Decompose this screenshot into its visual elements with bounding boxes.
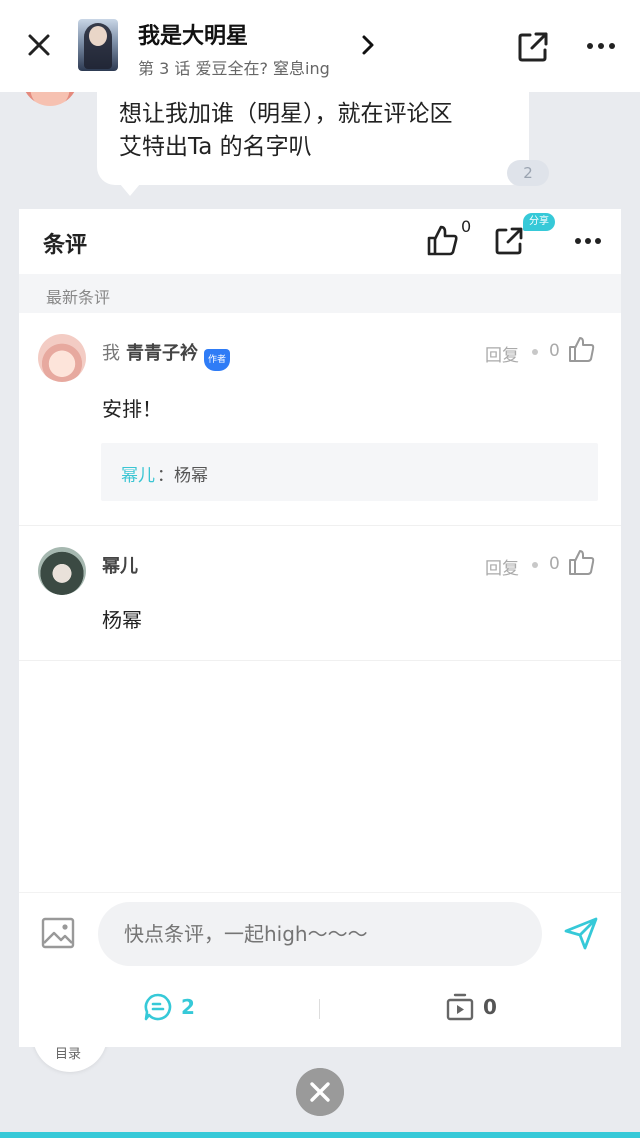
comment-item: 我青青子衿 作者 回复 0 安排！ 幂儿 ：杨幂 [19, 313, 621, 525]
comment-text: 安排！ [102, 397, 162, 421]
more-options-icon[interactable] [574, 237, 602, 245]
comment-input[interactable] [98, 902, 542, 966]
video-count-tab[interactable]: 0 [445, 991, 497, 1023]
book-cover-image[interactable] [78, 19, 118, 71]
panel-footer: 2 0 [19, 977, 621, 1047]
story-message-bubble: 想让我加谁（明星），就在评论区 艾特出Ta 的名字叭 [97, 92, 529, 185]
me-label: 我 [102, 343, 120, 364]
panel-title: 条评 [43, 233, 88, 258]
section-label: 最新条评 [46, 288, 111, 307]
share-badge: 分享 [523, 213, 555, 231]
avatar[interactable] [38, 547, 86, 595]
thumbs-up-icon[interactable] [425, 223, 459, 257]
comment-like-count: 0 [549, 554, 560, 574]
comment-bubble-icon [144, 993, 172, 1021]
panel-like-count: 0 [461, 217, 472, 236]
comment-text: 杨幂 [102, 608, 142, 632]
reply-button[interactable]: 回复 [485, 554, 519, 579]
share-icon[interactable] [493, 225, 525, 257]
comment-like-count: 0 [549, 341, 560, 361]
comment-input-bar [19, 892, 621, 977]
book-title[interactable]: 我是大明星 [138, 18, 248, 50]
send-icon[interactable] [563, 915, 599, 951]
bubble-line-2: 艾特出Ta 的名字叭 [119, 134, 312, 160]
video-icon [446, 993, 474, 1021]
more-options-icon[interactable] [586, 42, 616, 50]
thumbs-up-icon[interactable] [567, 335, 595, 363]
panel-header: 条评 0 分享 [19, 209, 621, 274]
reply-text: ：杨幂 [157, 466, 208, 486]
separator-dot [532, 349, 538, 355]
bottom-accent-bar [0, 1132, 640, 1138]
divider [19, 660, 621, 661]
comment-panel: 条评 0 分享 最新条评 我青青子衿 作者 回复 0 安排！ 幂儿 ：杨幂 幂儿… [19, 209, 621, 1047]
reply-button[interactable]: 回复 [485, 341, 519, 366]
bubble-pointer [120, 184, 140, 196]
separator-dot [532, 562, 538, 568]
section-header: 最新条评 [19, 274, 621, 313]
thumbs-up-icon[interactable] [567, 548, 595, 576]
author-badge: 作者 [204, 349, 230, 371]
chevron-right-icon[interactable] [358, 33, 378, 57]
nested-reply[interactable]: 幂儿 ：杨幂 [101, 443, 598, 501]
dismiss-panel-button[interactable] [296, 1068, 344, 1116]
top-bar: 我是大明星 第 3 话 爱豆全在? 窒息ing [0, 0, 640, 92]
author-name: 青青子衿 [126, 343, 198, 364]
speaker-avatar [22, 92, 78, 106]
image-upload-icon[interactable] [41, 917, 75, 949]
avatar[interactable] [38, 334, 86, 382]
footer-divider [319, 999, 320, 1019]
comment-count: 2 [181, 995, 195, 1019]
share-icon[interactable] [516, 30, 550, 64]
close-icon[interactable] [24, 30, 54, 60]
comment-author[interactable]: 幂儿 [102, 552, 138, 578]
comment-count-tab[interactable]: 2 [143, 991, 195, 1023]
bubble-comment-badge[interactable]: 2 [507, 160, 549, 186]
reply-author[interactable]: 幂儿 [121, 461, 155, 486]
bubble-line-1: 想让我加谁（明星），就在评论区 [119, 101, 453, 127]
chapter-subtitle: 第 3 话 爱豆全在? 窒息ing [138, 59, 330, 78]
video-count: 0 [483, 995, 497, 1019]
comment-item: 幂儿 回复 0 杨幂 [19, 526, 621, 660]
comment-author[interactable]: 我青青子衿 作者 [102, 339, 230, 371]
author-name: 幂儿 [102, 556, 138, 577]
